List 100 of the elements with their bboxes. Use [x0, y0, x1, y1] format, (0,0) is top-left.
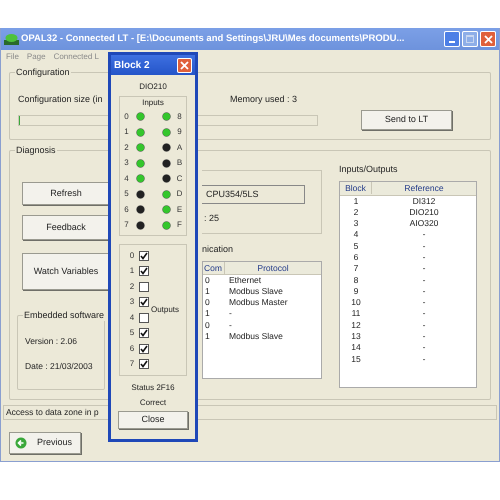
table-cell-text: 1 — [352, 196, 360, 207]
table-cell-text: 3 — [352, 218, 360, 230]
output-checkbox[interactable] — [139, 359, 149, 370]
input-label: D — [176, 188, 182, 200]
table-cell-text: - — [422, 240, 426, 252]
table-cell-text: 12 — [350, 320, 362, 332]
table-cell-text: 10 — [350, 297, 362, 308]
group-title: Configuration — [15, 67, 71, 78]
version-label: Version : 2.06 — [25, 335, 78, 348]
table-cell-text: 1 — [204, 308, 211, 320]
input-label: 0 — [124, 110, 130, 123]
table-cell-text: Modbus Slave — [228, 330, 283, 342]
previous-button[interactable]: Previous — [9, 432, 81, 454]
output-checkbox[interactable] — [139, 266, 149, 276]
table-cell-text: 0 — [204, 320, 211, 331]
output-checkbox[interactable] — [139, 312, 149, 323]
table-cell-text: DIO210 — [408, 206, 440, 218]
table-cell-text: Ethernet — [228, 274, 262, 286]
output-label: 4 — [129, 312, 135, 324]
back-arrow-icon — [15, 437, 27, 449]
output-label: 2 — [129, 280, 135, 293]
output-checkbox[interactable] — [139, 328, 149, 338]
cpu-field: CPU354/5LS — [202, 185, 305, 204]
table-cell-text: - — [422, 263, 426, 275]
inputs-title: Inputs — [142, 97, 164, 109]
table-cell-text: 6 — [352, 252, 360, 264]
column-header: Reference — [403, 182, 445, 194]
output-label: 7 — [129, 358, 135, 370]
input-label: B — [176, 157, 182, 170]
table-cell-text: - — [422, 252, 426, 264]
table-cell-text: 15 — [350, 354, 362, 365]
window-title: OPAL32 - Connected LT - [E:\Documents and Settings\JRU\Mes documents\PRODU... — [21, 32, 406, 46]
module-name: DIO210 — [139, 81, 167, 93]
outputs-title: Outputs — [151, 304, 180, 316]
table-cell-text: - — [422, 342, 426, 354]
input-label: 4 — [124, 172, 130, 185]
table-cell-text: - — [422, 297, 426, 308]
close-icon[interactable] — [177, 58, 192, 72]
table-cell-text: 0 — [204, 297, 211, 308]
table-cell-text: 5 — [352, 240, 360, 252]
communication-label: nication — [202, 243, 234, 256]
table-cell-text: DI312 — [412, 196, 436, 207]
table-cell-text: Modbus Master — [228, 297, 288, 308]
table-cell-text: 0 — [204, 274, 211, 286]
table-cell-text: - — [228, 308, 232, 320]
table-cell-text: 9 — [352, 286, 360, 298]
input-label: A — [176, 142, 182, 154]
table-cell-text: - — [422, 331, 426, 342]
dialog-title: Block 2 — [114, 58, 150, 72]
table-cell-text: 1 — [204, 286, 211, 298]
close-button[interactable]: Close — [118, 411, 188, 429]
inputs-outputs-label: Inputs/Outputs — [339, 163, 399, 176]
output-label: 1 — [129, 265, 135, 278]
feedback-button[interactable]: Feedback — [22, 215, 110, 240]
configuration-size-label: Configuration size (in — [18, 93, 103, 106]
date-label: Date : 21/03/2003 — [25, 360, 94, 372]
input-label: 1 — [124, 126, 130, 138]
table-cell-text: 14 — [350, 342, 362, 354]
table-cell-text: - — [422, 354, 426, 365]
group-title: Embedded software — [23, 310, 106, 321]
input-label: 2 — [124, 142, 130, 154]
table-cell-text: - — [422, 286, 426, 298]
column-header: Block — [340, 182, 372, 194]
table-cell-text: - — [228, 320, 232, 331]
output-checkbox[interactable] — [139, 344, 149, 354]
table-cell-text: - — [422, 274, 426, 286]
output-checkbox[interactable] — [139, 282, 149, 292]
column-header: Protocol — [256, 262, 290, 274]
input-label: E — [176, 204, 182, 216]
table-cell-text: 13 — [350, 331, 362, 342]
input-label: 7 — [124, 219, 130, 232]
input-label: 8 — [176, 110, 182, 123]
app-logo-icon — [4, 33, 19, 45]
input-label: C — [176, 172, 182, 185]
input-label: 5 — [124, 188, 130, 200]
table-cell-text: 1 — [204, 330, 211, 342]
table-cell-text: 4 — [352, 229, 360, 241]
output-label: 3 — [129, 296, 135, 308]
count-label: : 25 — [203, 212, 220, 225]
group-title: Diagnosis — [15, 145, 57, 156]
table-cell-text: - — [422, 308, 426, 320]
input-label: 9 — [176, 126, 182, 138]
output-checkbox[interactable] — [139, 250, 149, 261]
table-cell-text: 11 — [350, 308, 362, 320]
refresh-button[interactable]: Refresh — [22, 182, 110, 205]
output-checkbox[interactable] — [139, 297, 149, 308]
memory-used-label: Memory used : 3 — [230, 93, 298, 106]
input-label: 6 — [124, 204, 130, 216]
table-cell-text: Modbus Slave — [228, 286, 283, 298]
table-cell-text: - — [422, 229, 426, 241]
column-header: Com — [203, 262, 225, 274]
output-label: 6 — [129, 342, 135, 355]
minimize-icon[interactable] — [444, 31, 460, 47]
send-to-lt-button[interactable]: Send to LT — [361, 110, 452, 130]
table-cell-text: - — [422, 320, 426, 332]
close-icon[interactable] — [480, 31, 496, 47]
status-text: Status 2F16 — [131, 382, 175, 394]
watch-variables-button[interactable]: Watch Variables — [22, 253, 110, 290]
table-cell-text: 7 — [352, 263, 360, 275]
output-label: 0 — [129, 250, 135, 262]
